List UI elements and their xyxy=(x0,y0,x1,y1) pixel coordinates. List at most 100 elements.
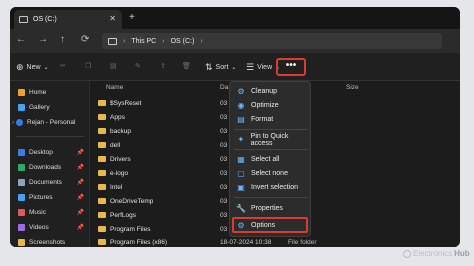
sidebar-item-label: Music xyxy=(29,209,46,216)
sidebar-item-pictures[interactable]: Pictures 📌 xyxy=(18,194,88,201)
sidebar-item-music[interactable]: Music 📌 xyxy=(18,209,88,216)
folder-icon xyxy=(98,198,106,204)
menu-item-select-all[interactable]: ▦ Select all xyxy=(230,153,310,166)
file-date: 03 xyxy=(220,155,228,163)
address-bar[interactable]: › This PC › OS (C:) › xyxy=(102,33,442,49)
file-name: backup xyxy=(110,127,131,135)
pin-icon: ✦ xyxy=(237,135,245,144)
watermark-brand: Electronics xyxy=(413,249,453,258)
folder-icon xyxy=(98,184,106,190)
menu-item-pin-quick-access[interactable]: ✦ Pin to Quick access xyxy=(230,132,310,147)
breadcrumb-separator: › xyxy=(162,37,165,45)
pin-icon: 📌 xyxy=(76,165,84,171)
file-date: 03 xyxy=(220,197,228,205)
back-button[interactable]: ← xyxy=(16,34,26,45)
menu-item-properties[interactable]: 🔧 Properties xyxy=(230,202,310,215)
sort-label: Sort xyxy=(215,64,229,71)
divider xyxy=(234,149,308,150)
folder-icon xyxy=(98,142,106,148)
tab-os-c[interactable]: OS (C:) ✕ xyxy=(14,10,122,29)
folder-icon xyxy=(98,212,106,218)
refresh-button[interactable]: ⟳ xyxy=(81,34,89,45)
sidebar-item-label: Downloads xyxy=(29,164,62,171)
plus-icon: ⊕ xyxy=(16,62,24,72)
menu-item-label: Select all xyxy=(251,156,280,163)
cloud-icon xyxy=(16,119,23,126)
breadcrumb-separator: › xyxy=(200,37,203,45)
file-date: 03 xyxy=(220,183,228,191)
file-name: dell xyxy=(110,141,121,149)
see-more-menu: ⚙ Cleanup ◉ Optimize ▤ Format ✦ Pin to Quick… xyxy=(229,81,311,237)
chevron-right-icon: › xyxy=(12,119,14,126)
desktop-icon xyxy=(18,149,25,156)
close-icon[interactable]: ✕ xyxy=(109,14,116,23)
table-row[interactable]: Program Files (x86) 18-07-2024 10:38 File … xyxy=(98,236,458,247)
invert-selection-icon: ▣ xyxy=(237,183,245,192)
pin-icon: 📌 xyxy=(76,210,84,216)
menu-item-label: Pin to Quick access xyxy=(250,132,289,147)
new-tab-button[interactable]: + xyxy=(129,12,135,23)
logo-icon xyxy=(403,249,411,258)
column-header-size[interactable]: Size xyxy=(346,84,359,91)
column-header-name[interactable]: Name xyxy=(106,84,123,91)
breadcrumb-this-pc[interactable]: This PC xyxy=(131,38,156,45)
home-icon xyxy=(18,89,25,96)
file-date: 03 xyxy=(220,99,228,107)
sort-icon: ⇅ xyxy=(205,62,213,72)
documents-icon xyxy=(18,179,25,186)
share-icon[interactable]: ⇪ xyxy=(160,62,166,70)
file-name: Program Files xyxy=(110,225,151,233)
navigation-pane: Home Gallery › Rejan - Personal Desktop … xyxy=(10,81,90,247)
file-date: 18-07-2024 10:38 xyxy=(220,238,272,246)
breadcrumb-os-c[interactable]: OS (C:) xyxy=(171,38,195,45)
forward-button[interactable]: → xyxy=(38,34,48,45)
tab-title: OS (C:) xyxy=(33,16,57,23)
menu-item-label: Cleanup xyxy=(251,88,278,95)
sidebar-item-onedrive[interactable]: › Rejan - Personal xyxy=(12,119,88,126)
sidebar-item-gallery[interactable]: Gallery xyxy=(18,104,88,111)
file-type: File folder xyxy=(288,238,317,246)
sidebar-item-label: Documents xyxy=(29,179,62,186)
file-name: $SysReset xyxy=(110,99,142,107)
file-date: 03 xyxy=(220,225,228,233)
column-header-date[interactable]: Da xyxy=(220,84,228,91)
new-button[interactable]: ⊕ New ⌄ xyxy=(16,62,49,73)
breadcrumb-separator: › xyxy=(123,37,126,45)
see-more-button[interactable]: ••• xyxy=(276,58,306,76)
menu-item-invert-selection[interactable]: ▣ Invert selection xyxy=(230,181,310,194)
sort-button[interactable]: ⇅ Sort ⌄ xyxy=(205,62,236,73)
delete-icon[interactable]: 🗑 xyxy=(182,62,191,70)
rename-icon[interactable]: ✎ xyxy=(135,62,141,70)
optimize-icon: ◉ xyxy=(237,101,245,110)
copy-icon[interactable]: ❐ xyxy=(85,62,91,70)
view-icon: ☰ xyxy=(246,62,255,72)
downloads-icon xyxy=(18,164,25,171)
file-date: 03 xyxy=(220,113,228,121)
sidebar-item-desktop[interactable]: Desktop 📌 xyxy=(18,149,88,156)
file-explorer-window: OS (C:) ✕ + ← → ↑ ⟳ › This PC › OS (C:) … xyxy=(10,7,460,247)
menu-item-label: Select none xyxy=(251,170,288,177)
up-button[interactable]: ↑ xyxy=(60,34,65,45)
sidebar-item-downloads[interactable]: Downloads 📌 xyxy=(18,164,88,171)
cut-icon[interactable]: ✂ xyxy=(60,62,66,70)
paste-icon[interactable]: ▤ xyxy=(110,62,117,70)
folder-icon xyxy=(98,239,106,245)
file-name: Apps xyxy=(110,113,125,121)
select-none-icon: ▢ xyxy=(237,169,245,178)
folder-icon xyxy=(98,114,106,120)
file-name: Intel xyxy=(110,183,123,191)
folder-icon xyxy=(98,156,106,162)
sidebar-item-videos[interactable]: Videos 📌 xyxy=(18,224,88,231)
sidebar-item-documents[interactable]: Documents 📌 xyxy=(18,179,88,186)
menu-item-optimize[interactable]: ◉ Optimize xyxy=(230,99,310,112)
folder-icon xyxy=(98,128,106,134)
sidebar-item-home[interactable]: Home xyxy=(18,89,88,96)
menu-item-cleanup[interactable]: ⚙ Cleanup xyxy=(230,85,310,98)
menu-item-format[interactable]: ▤ Format xyxy=(230,113,310,126)
sidebar-item-screenshots[interactable]: Screenshots xyxy=(18,239,88,246)
menu-item-label: Properties xyxy=(251,205,283,212)
sidebar-item-label: Screenshots xyxy=(29,239,66,246)
menu-item-select-none[interactable]: ▢ Select none xyxy=(230,167,310,180)
menu-item-label: Format xyxy=(251,116,274,123)
options-highlight-box xyxy=(232,217,308,233)
